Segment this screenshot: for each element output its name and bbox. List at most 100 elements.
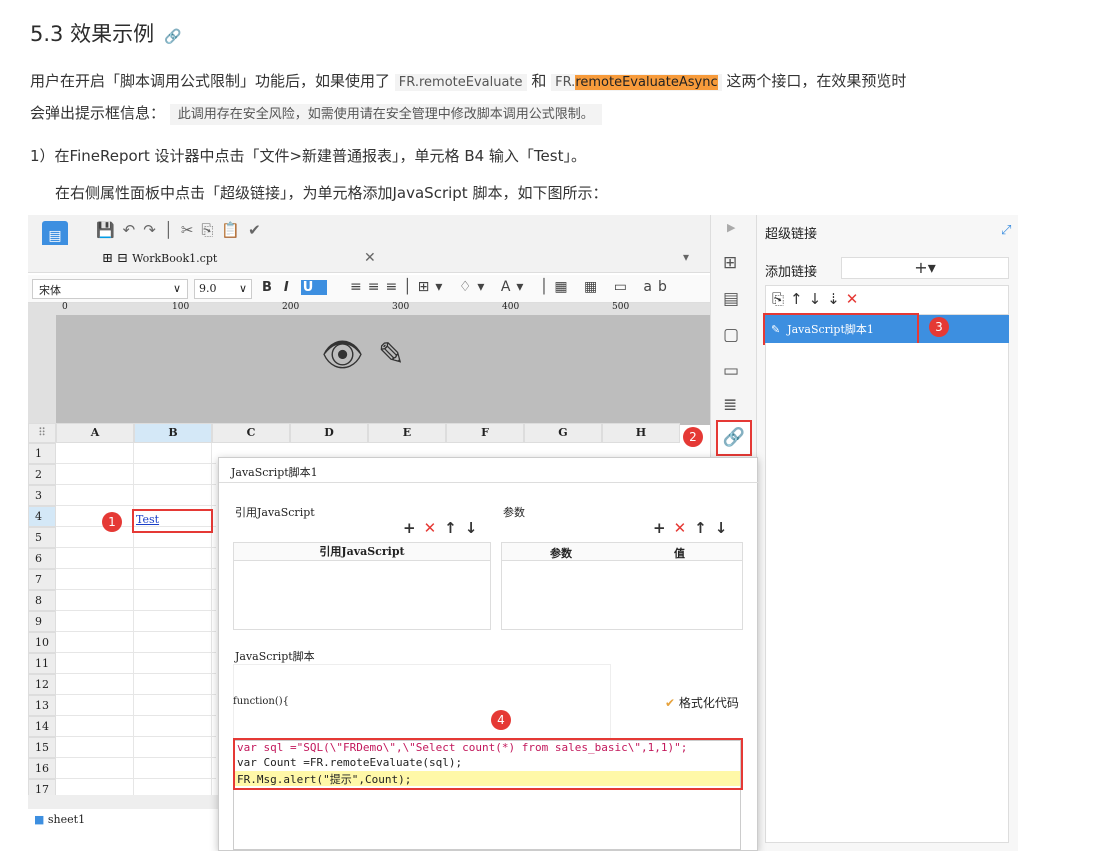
step1b: 在右侧属性面板中点击「超级链接」，为单元格添加JavaScript 脚本，如下图… — [55, 184, 608, 202]
badge-3: 3 — [929, 317, 949, 337]
font-size-select[interactable]: 9.0 ∨ — [194, 279, 252, 299]
column-header-h[interactable]: H — [602, 423, 680, 443]
ref-js-buttons[interactable]: + ✕ ↑ ↓ — [395, 518, 477, 537]
params-label: 参数 — [503, 506, 525, 519]
hyperlink-panel: 超级链接 ⤢ 添加链接 +▾ ⎘↑↓⇣✕ ✎ JavaScript脚本1 3 — [756, 215, 1018, 851]
step1: 1）在FineReport 设计器中点击「文件>新建普通报表」，单元格 B4 输… — [30, 147, 586, 165]
ref-js-table[interactable]: 引用JavaScript — [233, 542, 491, 630]
script-header-box — [233, 664, 611, 744]
grid-row[interactable] — [56, 737, 216, 758]
column-header-a[interactable]: A — [56, 423, 134, 443]
row-header-2[interactable]: 2 — [28, 464, 56, 485]
intro-post: 这两个接口，在效果预览时 — [726, 72, 907, 90]
grid-row[interactable] — [56, 674, 216, 695]
collapse-icon[interactable]: ⤢ — [1001, 223, 1011, 238]
grid-row[interactable] — [56, 464, 216, 485]
row-header-6[interactable]: 6 — [28, 548, 56, 569]
row-header-4[interactable]: 4 — [28, 506, 56, 527]
intro-line2: 会弹出提示框信息： 此调用存在安全风险，如需使用请在安全管理中修改脚本调用公式限… — [30, 102, 602, 126]
column-header-b[interactable]: B — [134, 423, 212, 443]
script-label: JavaScript脚本 — [235, 650, 315, 663]
param-col-header: 参数 — [550, 547, 572, 560]
cell-attr-icon[interactable]: ⊞ — [723, 253, 737, 273]
tab-workbook[interactable]: ⊞ ⊟ WorkBook1.cpt — [102, 251, 217, 266]
params-table[interactable]: 参数 值 — [501, 542, 743, 630]
intro-and: 和 — [531, 72, 547, 90]
intro-line2-text: 会弹出提示框信息： — [30, 104, 166, 122]
grid-row[interactable] — [56, 569, 216, 590]
tab-bar: ⊞ ⊟ WorkBook1.cpt ✕ ▾ — [28, 245, 710, 273]
function-head: function(){ — [233, 696, 290, 707]
grid-row[interactable] — [56, 716, 216, 737]
link-list — [765, 343, 1009, 843]
font-select[interactable]: 宋体 ∨ — [32, 279, 188, 299]
ref-js-label: 引用JavaScript — [235, 506, 315, 519]
close-tab-icon[interactable]: ✕ — [364, 250, 376, 266]
column-header-f[interactable]: F — [446, 423, 524, 443]
border-icon[interactable]: ▢ — [723, 325, 739, 345]
expand-arrow-icon[interactable]: ▶ — [727, 221, 735, 234]
badge-4: 4 — [491, 710, 511, 730]
row-header-13[interactable]: 13 — [28, 695, 56, 716]
grid-row[interactable] — [56, 758, 216, 779]
grid-row[interactable] — [56, 653, 216, 674]
row-header-10[interactable]: 10 — [28, 632, 56, 653]
grid-row[interactable] — [56, 695, 216, 716]
warning-note: 此调用存在安全风险，如需使用请在安全管理中修改脚本调用公式限制。 — [169, 104, 602, 125]
hyperlink-icon[interactable]: 🔗 — [716, 420, 752, 456]
cell-element-icon[interactable]: ▤ — [723, 289, 739, 309]
row-header-7[interactable]: 7 — [28, 569, 56, 590]
grid-row[interactable] — [56, 548, 216, 569]
row-header-8[interactable]: 8 — [28, 590, 56, 611]
ruler: 0 100 200 300 400 500 — [56, 302, 710, 315]
h-scrollbar[interactable] — [28, 795, 218, 809]
grid-row[interactable] — [56, 611, 216, 632]
badge-1: 1 — [102, 512, 122, 532]
condition-icon[interactable]: ≣ — [723, 395, 737, 415]
pin-icon[interactable]: ▾ — [683, 250, 689, 264]
canvas-area: 0 100 200 300 400 500 👁 ✎ — [28, 302, 710, 425]
widget-icon[interactable]: ▭ — [723, 361, 739, 381]
link-toolbar[interactable]: ⎘↑↓⇣✕ — [765, 285, 1009, 315]
column-header-c[interactable]: C — [212, 423, 290, 443]
grid-row[interactable] — [56, 632, 216, 653]
align-buttons[interactable]: ≡≡≡│⊞▾ ♢▾ A▾ │▦ ▦ ▭ ab — [350, 279, 673, 295]
row-header-3[interactable]: 3 — [28, 485, 56, 506]
row-header-12[interactable]: 12 — [28, 674, 56, 695]
style-buttons[interactable]: BI U — [262, 280, 328, 295]
brush-icon: ✔ — [665, 696, 676, 710]
column-header-g[interactable]: G — [524, 423, 602, 443]
designer-screenshot: ▤ 💾↶↷│✂⎘📋✔ ⊞ ⊟ WorkBook1.cpt ✕ ▾ 宋体 ∨ 9.0… — [28, 215, 1018, 851]
row-header-15[interactable]: 15 — [28, 737, 56, 758]
highlight-code — [233, 738, 743, 790]
grid-row[interactable] — [56, 590, 216, 611]
grid-row[interactable] — [56, 443, 216, 464]
toolbar-icons[interactable]: 💾↶↷│✂⎘📋✔ — [96, 221, 269, 239]
intro-line1: 用户在开启「脚本调用公式限制」功能后，如果使用了 FR.remoteEvalua… — [30, 70, 906, 94]
sheet-tab[interactable]: ■ sheet1 — [34, 813, 85, 826]
highlight-b4 — [132, 509, 213, 533]
dialog-title: JavaScript脚本1 — [231, 466, 318, 479]
vertical-ruler — [28, 303, 56, 425]
value-col-header: 值 — [674, 547, 685, 560]
code-remote-evaluate-async: FR.remoteEvaluateAsync — [551, 74, 722, 91]
row-header-16[interactable]: 16 — [28, 758, 56, 779]
row-header-1[interactable]: 1 — [28, 443, 56, 464]
format-code-button[interactable]: ✔ 格式化代码 — [665, 694, 739, 711]
link-icon[interactable]: 🔗 — [164, 29, 181, 45]
pencil-icon: ✎ — [378, 335, 405, 373]
grid-row[interactable] — [56, 485, 216, 506]
column-header-d[interactable]: D — [290, 423, 368, 443]
add-link-button[interactable]: +▾ — [841, 257, 1009, 279]
section-title: 5.3 效果示例 — [30, 22, 155, 46]
row-header-14[interactable]: 14 — [28, 716, 56, 737]
row-header-5[interactable]: 5 — [28, 527, 56, 548]
params-buttons[interactable]: + ✕ ↑ ↓ — [645, 518, 727, 537]
row-header-11[interactable]: 11 — [28, 653, 56, 674]
column-header-e[interactable]: E — [368, 423, 446, 443]
edit-icon: ✎ — [771, 323, 781, 336]
code-remote-evaluate: FR.remoteEvaluate — [394, 74, 527, 91]
section-heading: 5.3 效果示例 🔗 — [30, 18, 182, 48]
ref-js-header: 引用JavaScript — [234, 543, 490, 561]
row-header-9[interactable]: 9 — [28, 611, 56, 632]
